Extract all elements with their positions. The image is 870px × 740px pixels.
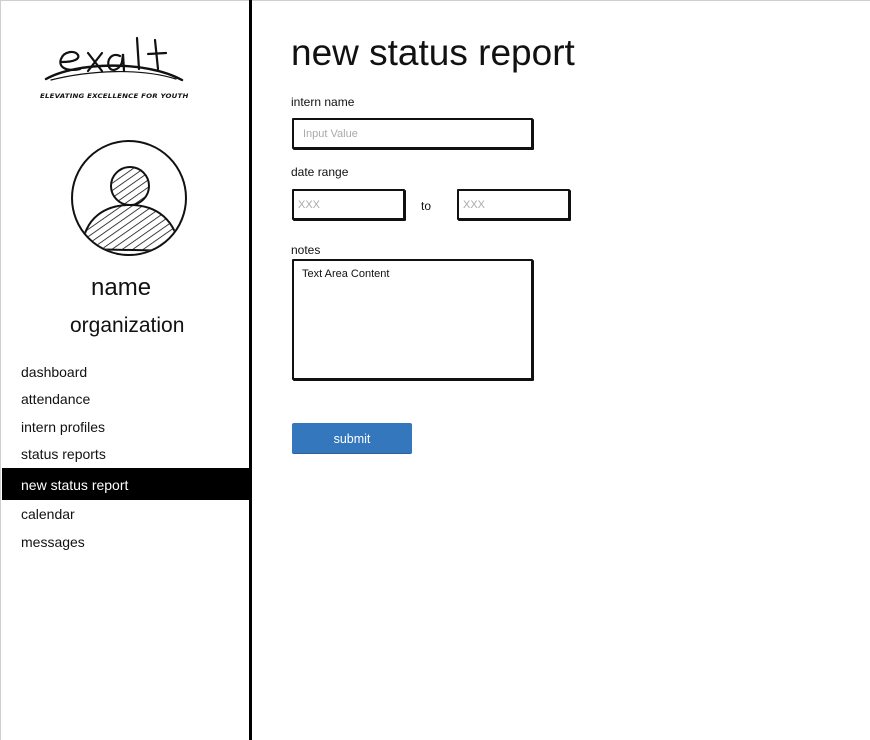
intern-name-field-box — [292, 118, 533, 149]
nav-item-intern-profiles[interactable]: intern profiles — [2, 414, 250, 440]
exalt-logo-wordmark — [44, 36, 184, 82]
window-left-border — [0, 0, 1, 740]
date-start-input[interactable] — [298, 191, 393, 218]
nav-item-messages[interactable]: messages — [2, 529, 250, 555]
window-top-border — [0, 0, 870, 1]
logo-tagline: ELEVATING EXCELLENCE FOR YOUTH — [40, 92, 189, 100]
intern-name-label: intern name — [291, 95, 355, 109]
nav-item-new-status-report[interactable]: new status report — [2, 468, 250, 501]
date-range-separator: to — [421, 199, 432, 213]
notes-label: notes — [291, 243, 321, 257]
user-name: name — [91, 274, 152, 301]
notes-field-box: Text Area Content — [292, 259, 533, 380]
date-start-field-box — [292, 189, 405, 220]
page-title: new status report — [291, 32, 575, 73]
exalt-logo[interactable]: ELEVATING EXCELLENCE FOR YOUTH — [36, 32, 226, 110]
intern-name-input[interactable] — [303, 120, 526, 147]
date-end-input[interactable] — [463, 191, 558, 218]
sidebar-divider — [249, 0, 252, 740]
user-organization: organization — [70, 314, 185, 337]
nav-item-attendance[interactable]: attendance — [2, 386, 250, 412]
notes-textarea[interactable]: Text Area Content — [302, 268, 522, 373]
nav-item-dashboard[interactable]: dashboard — [2, 359, 250, 385]
submit-button[interactable]: submit — [292, 423, 412, 454]
nav-item-status-reports[interactable]: status reports — [2, 441, 250, 467]
date-range-label: date range — [291, 165, 349, 179]
sidebar-nav: dashboard attendance intern profiles sta… — [2, 359, 250, 556]
avatar-icon[interactable] — [70, 139, 188, 257]
date-end-field-box — [457, 189, 570, 220]
nav-item-calendar[interactable]: calendar — [2, 501, 250, 527]
